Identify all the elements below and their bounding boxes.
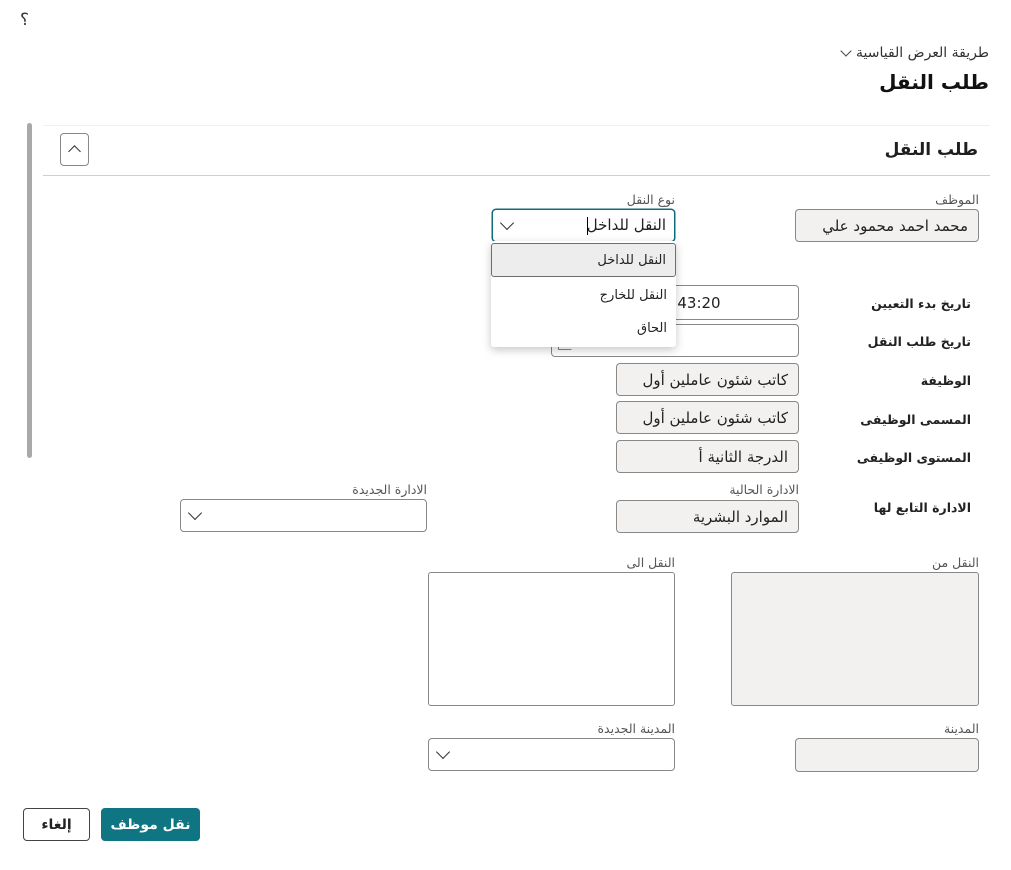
job-field[interactable]: كاتب شئون عاملين أول	[616, 363, 799, 396]
job-level-field[interactable]: الدرجة الثانية أ	[616, 440, 799, 473]
transfer-employee-button[interactable]: نقل موظف	[101, 808, 200, 841]
new-department-label: الادارة الجديدة	[352, 482, 427, 497]
text-caret	[587, 217, 588, 235]
help-icon[interactable]: ؟	[20, 10, 29, 30]
transfer-from-textarea[interactable]	[731, 572, 979, 706]
dropdown-option[interactable]: الحاق	[491, 312, 676, 346]
employee-label: الموظف	[935, 192, 979, 207]
view-mode-selector[interactable]: طريقة العرض القياسية	[840, 45, 989, 61]
transfer-type-select[interactable]: النقل للداخل	[492, 209, 675, 242]
current-department-field[interactable]: الموارد البشرية	[616, 500, 799, 533]
section-divider	[43, 175, 990, 176]
job-level-label: المستوى الوظيفى	[856, 450, 971, 465]
job-title-field[interactable]: كاتب شئون عاملين أول	[616, 401, 799, 434]
transfer-type-label: نوع النقل	[626, 192, 675, 207]
request-date-label: تاريخ طلب النقل	[867, 334, 971, 349]
view-mode-label: طريقة العرض القياسية	[856, 45, 989, 61]
chevron-down-icon	[435, 744, 451, 760]
vertical-scrollbar[interactable]	[27, 123, 32, 458]
new-department-select[interactable]	[180, 499, 427, 532]
page-title: طلب النقل	[879, 70, 989, 94]
transfer-to-label: النقل الى	[626, 555, 675, 570]
new-city-label: المدينة الجديدة	[597, 721, 676, 736]
hire-date-label: تاريخ بدء التعيين	[871, 296, 971, 311]
chevron-down-icon	[499, 215, 515, 231]
current-department-label: الادارة الحالية	[729, 482, 799, 497]
job-label: الوظيفة	[920, 373, 971, 388]
collapse-section-button[interactable]	[60, 133, 89, 166]
job-title-label: المسمى الوظيفى	[860, 412, 971, 427]
chevron-down-icon	[187, 505, 203, 521]
dropdown-option[interactable]: النقل للداخل	[491, 243, 676, 277]
cancel-button[interactable]: إلغاء	[23, 808, 90, 841]
chevron-up-icon	[68, 145, 81, 158]
transfer-to-textarea[interactable]	[428, 572, 675, 706]
city-field[interactable]	[795, 738, 979, 772]
chevron-down-icon	[840, 45, 852, 57]
city-label: المدينة	[943, 721, 979, 736]
transfer-from-label: النقل من	[931, 555, 979, 570]
transfer-type-value: النقل للداخل	[586, 216, 666, 234]
dropdown-option[interactable]: النقل للخارج	[491, 279, 676, 313]
new-city-select[interactable]	[428, 738, 675, 771]
transfer-type-dropdown: النقل للداخل النقل للخارج الحاق	[491, 241, 676, 347]
section-top-divider	[43, 125, 990, 126]
employee-field[interactable]: محمد احمد محمود علي	[795, 209, 979, 242]
section-title: طلب النقل	[884, 140, 978, 160]
department-row-label: الادارة التابع لها	[873, 500, 971, 515]
